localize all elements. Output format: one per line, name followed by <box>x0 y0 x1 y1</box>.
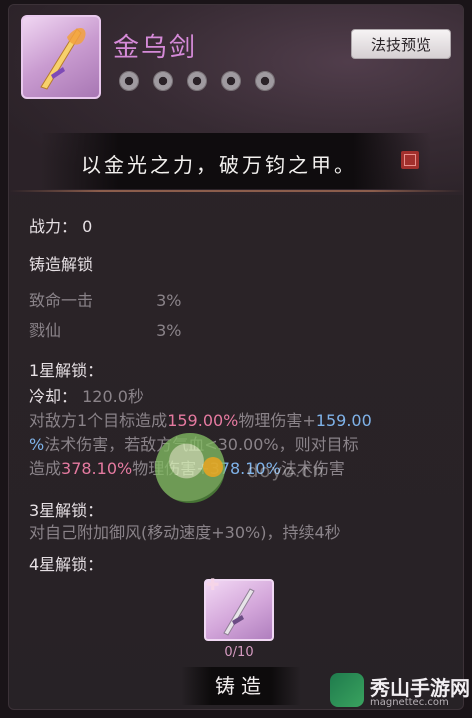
star1-effect: 对敌方1个目标造成159.00%物理伤害+159.00 %法术伤害，若敌方气血<… <box>29 409 449 481</box>
star-icon <box>255 71 275 91</box>
power-stat: 战力： 0 <box>29 213 92 237</box>
cooldown-row: 冷却： 120.0秒 <box>29 383 144 407</box>
magic-damage-unit: % <box>29 435 45 454</box>
forge-unlock-title: 铸造解锁 <box>29 255 94 274</box>
forge-stat-value: 3% <box>156 321 182 340</box>
quote-divider <box>9 190 463 192</box>
star1-effect-line2: %法术伤害，若敌方气血<30.00%，则对目标 <box>29 433 449 457</box>
plus-icon: ✚ <box>206 575 220 594</box>
forge-button[interactable]: 铸造 <box>181 667 301 705</box>
effect-text: 对敌方1个目标造成 <box>29 411 168 430</box>
physical-damage-value: 378.10% <box>61 459 133 478</box>
cooldown-value: 120.0秒 <box>82 387 144 406</box>
site-watermark: 秀山手游网 magnettec.com <box>330 672 470 708</box>
cooldown-label: 冷却： <box>29 387 78 406</box>
forge-stat-crit: 致命一击 3% <box>29 287 181 311</box>
effect-text: 物理伤害+ <box>238 411 316 430</box>
forge-stat-label: 致命一击 <box>29 291 94 310</box>
star4-title: 4星解锁： <box>29 555 104 574</box>
forge-material-count: 0/10 <box>224 645 254 660</box>
forge-stat-luxian: 戮仙 3% <box>29 317 181 341</box>
star-rating <box>119 71 275 91</box>
weapon-quote: 以金光之力，破万钧之甲。 <box>81 153 357 177</box>
star-icon <box>119 71 139 91</box>
skill-preview-button[interactable]: 法技预览 <box>351 29 451 59</box>
power-value: 0 <box>82 217 93 236</box>
magic-damage-value: 159.00 <box>315 411 372 430</box>
site-logo-icon <box>330 673 364 707</box>
seal-icon <box>401 151 419 169</box>
star1-effect-line1: 对敌方1个目标造成159.00%物理伤害+159.00 <box>29 409 449 433</box>
star-icon <box>221 71 241 91</box>
star1-title: 1星解锁： <box>29 361 104 380</box>
physical-damage-value: 159.00% <box>167 411 239 430</box>
watermark-dot <box>203 457 223 477</box>
star-icon <box>187 71 207 91</box>
star1-effect-line3: 造成378.10%物理伤害+378.10%法术伤害 <box>29 457 449 481</box>
power-label: 战力： <box>29 217 78 236</box>
effect-text: 造成 <box>29 459 62 478</box>
star3-effect: 对自己附加御风(移动速度+30%)，持续4秒 <box>29 523 341 542</box>
star3-title: 3星解锁： <box>29 501 104 520</box>
sword-icon <box>40 27 86 90</box>
weapon-icon-frame[interactable] <box>21 15 101 99</box>
star-icon <box>153 71 173 91</box>
weapon-name: 金乌剑 <box>113 33 198 63</box>
forge-stat-label: 戮仙 <box>29 321 62 340</box>
forge-stat-value: 3% <box>156 291 182 310</box>
watermark-text: doyo.cn <box>247 461 325 482</box>
weapon-detail-panel: 金乌剑 法技预览 以金光之力，破万钧之甲。 战力： 0 铸造解锁 致命一击 3%… <box>8 4 464 710</box>
